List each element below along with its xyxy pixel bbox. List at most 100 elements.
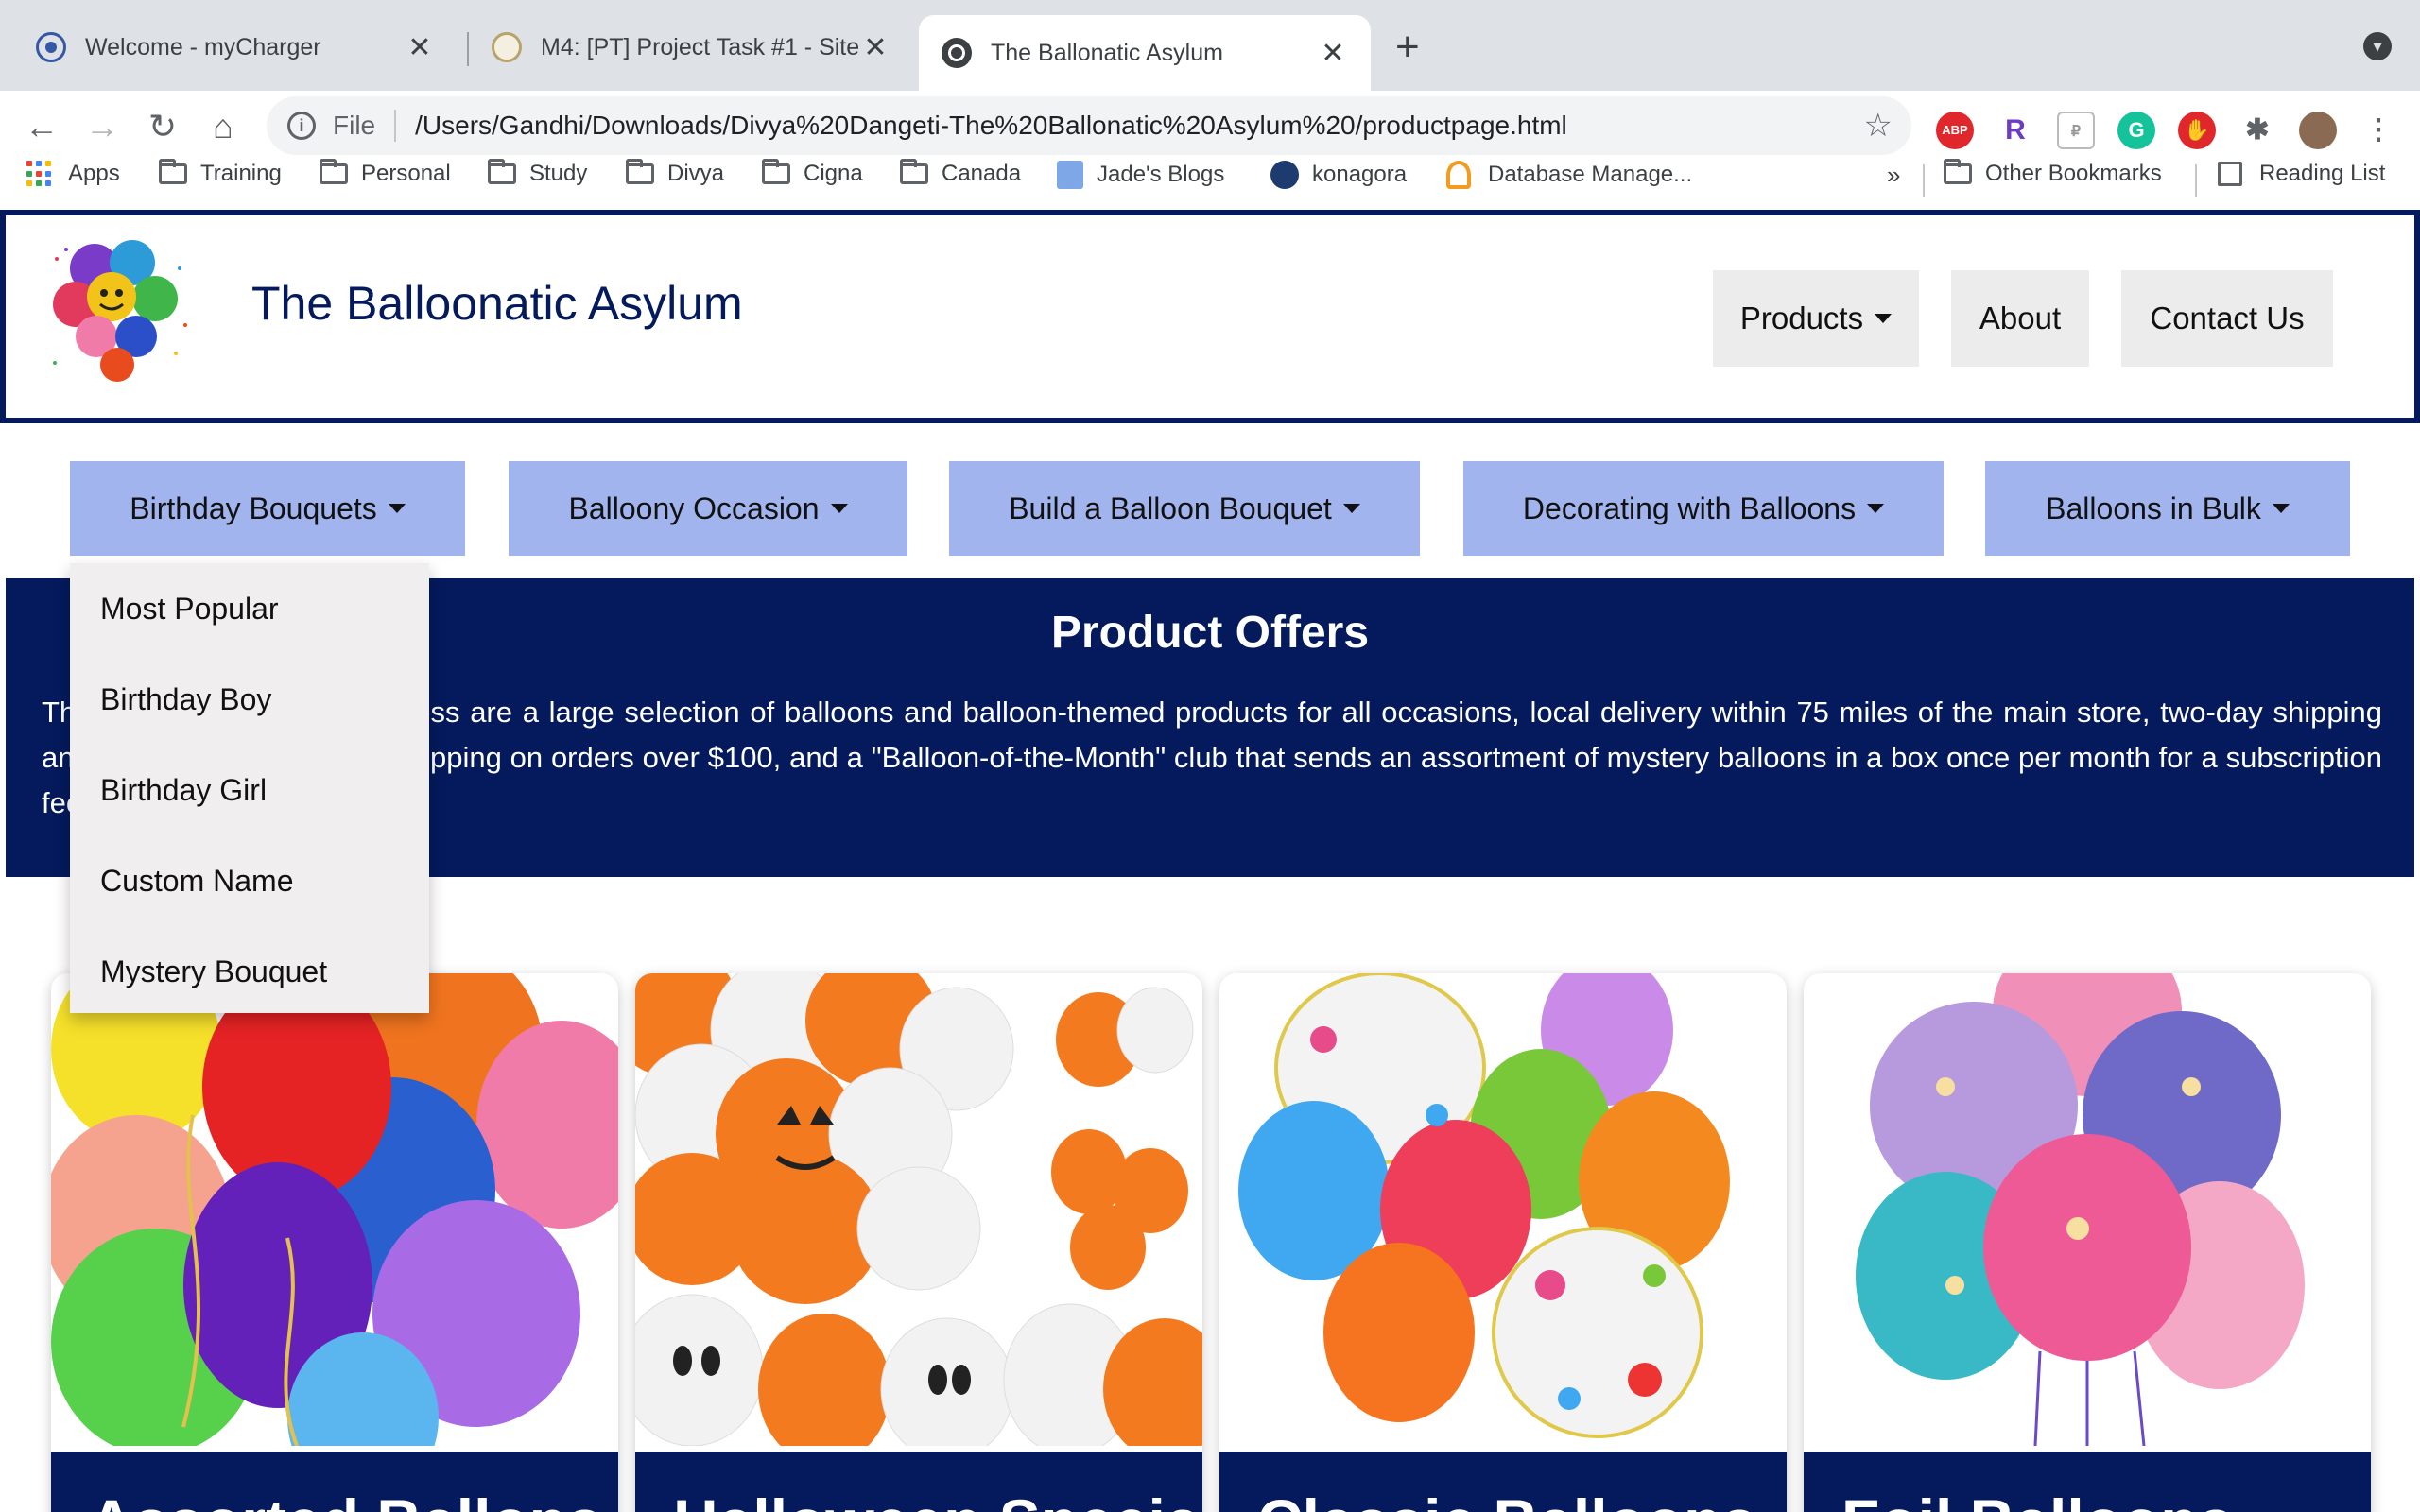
category-label: Birthday Bouquets — [130, 490, 377, 525]
card-title: Foil Balloons — [1804, 1452, 2371, 1512]
caret-down-icon — [388, 504, 406, 513]
adblock-plus-icon[interactable]: ABP — [1936, 112, 1974, 149]
page-viewport: The Balloonatic Asylum Products About Co… — [0, 208, 2420, 1512]
category-balloony-occasion[interactable]: Balloony Occasion — [509, 461, 908, 556]
product-card-assorted[interactable]: Assorted Ballons — [51, 973, 618, 1512]
more-menu-icon[interactable]: ⋮ — [2360, 112, 2397, 149]
grammarly-icon[interactable]: G — [2118, 112, 2155, 149]
tab-project-task[interactable]: M4: [PT] Project Task #1 - Site ✕ — [469, 15, 913, 79]
nav-label: Contact Us — [2150, 301, 2305, 335]
bookmark-apps[interactable]: Apps — [26, 161, 120, 187]
category-label: Decorating with Balloons — [1522, 490, 1857, 525]
bookmarks-bar: Apps Training Personal Study Divya Cigna… — [0, 153, 2420, 202]
tab-title: The Ballonatic Asylum — [991, 39, 1223, 66]
home-icon[interactable]: ⌂ — [200, 104, 246, 149]
bookmark-star-icon[interactable]: ☆ — [1864, 107, 1893, 145]
reading-list[interactable]: Reading List — [2218, 161, 2385, 187]
bookmark-label: Jade's Blogs — [1097, 162, 1225, 187]
bookmark-label: Database Manage... — [1488, 162, 1693, 187]
folder-icon — [762, 159, 790, 184]
category-build-a-balloon-bouquet[interactable]: Build a Balloon Bouquet — [949, 461, 1420, 556]
bookmark-database-manager[interactable]: Database Manage... — [1446, 161, 1692, 189]
bookmark-other-bookmarks[interactable]: Other Bookmarks — [1944, 159, 2162, 187]
folder-icon — [626, 159, 654, 184]
database-favicon-icon — [1446, 161, 1471, 189]
caret-down-icon — [1867, 504, 1885, 513]
bookmark-study[interactable]: Study — [488, 159, 587, 187]
nav-label: About — [1979, 301, 2062, 335]
apps-grid-icon — [26, 161, 53, 187]
konagora-favicon-icon — [1270, 161, 1299, 189]
classic-balloons-image — [1219, 973, 1787, 1446]
site-title: The Balloonatic Asylum — [251, 277, 743, 330]
bookmarks-divider — [1923, 164, 1925, 197]
globe-icon — [942, 38, 972, 68]
nav-contact-us-button[interactable]: Contact Us — [2121, 270, 2333, 367]
bookmark-cigna[interactable]: Cigna — [762, 159, 863, 187]
browser-tab-strip: Welcome - myCharger ✕ M4: [PT] Project T… — [0, 0, 2420, 91]
folder-icon — [488, 159, 516, 184]
bookmark-personal[interactable]: Personal — [320, 159, 451, 187]
folder-icon — [900, 159, 928, 184]
tab-search-chevron-icon[interactable]: ▾ — [2363, 32, 2392, 60]
bookmark-divya[interactable]: Divya — [626, 159, 725, 187]
category-nav: Birthday Bouquets Balloony Occasion Buil… — [0, 435, 2420, 563]
product-card-halloween[interactable]: Halloween Special — [635, 973, 1202, 1512]
reload-icon[interactable]: ↻ — [140, 104, 185, 149]
dropdown-item-birthday-girl[interactable]: Birthday Girl — [70, 745, 429, 835]
card-title: Assorted Ballons — [51, 1452, 618, 1512]
back-arrow-icon[interactable]: ← — [19, 104, 64, 149]
forward-arrow-icon[interactable]: → — [79, 104, 125, 149]
mycharger-favicon-icon — [36, 32, 66, 62]
nav-products-button[interactable]: Products — [1713, 270, 1919, 367]
bookmark-label: Training — [200, 161, 282, 186]
category-label: Balloony Occasion — [568, 490, 820, 525]
dropdown-item-most-popular[interactable]: Most Popular — [70, 563, 429, 654]
bookmark-training[interactable]: Training — [159, 159, 282, 187]
category-balloons-in-bulk[interactable]: Balloons in Bulk — [1985, 461, 2350, 556]
tab-mycharger[interactable]: Welcome - myCharger ✕ — [13, 15, 458, 79]
profile-avatar[interactable] — [2299, 112, 2337, 149]
tab-title: Welcome - myCharger — [85, 33, 321, 60]
close-icon[interactable]: ✕ — [405, 31, 435, 64]
new-tab-plus-icon[interactable]: + — [1395, 26, 1420, 68]
birthday-bouquets-dropdown: Most Popular Birthday Boy Birthday Girl … — [70, 563, 429, 1013]
extension-icon[interactable]: ₽ — [2057, 112, 2095, 149]
category-birthday-bouquets[interactable]: Birthday Bouquets — [70, 461, 465, 556]
bookmark-jades-blogs[interactable]: Jade's Blogs — [1057, 161, 1224, 189]
bookmarks-overflow-chevron[interactable]: » — [1887, 161, 1900, 190]
dropdown-item-birthday-boy[interactable]: Birthday Boy — [70, 654, 429, 745]
product-card-classic[interactable]: Classic Balloons — [1219, 973, 1787, 1512]
balloon-bouquet-logo — [53, 240, 187, 382]
assorted-balloons-image — [51, 973, 618, 1446]
bookmark-label: Divya — [667, 161, 725, 186]
puzzle-extensions-icon[interactable]: ✱ — [2238, 112, 2276, 149]
folder-icon — [159, 159, 187, 184]
dropdown-item-custom-name[interactable]: Custom Name — [70, 835, 429, 926]
nav-about-button[interactable]: About — [1951, 270, 2089, 367]
bookmark-label: konagora — [1312, 162, 1408, 187]
address-url[interactable]: /Users/Gandhi/Downloads/Divya%20Dangeti-… — [415, 111, 1567, 141]
bookmarks-divider — [2195, 164, 2197, 197]
r-extension-icon[interactable]: R — [1996, 112, 2034, 149]
close-icon[interactable]: ✕ — [1318, 37, 1348, 70]
bookmark-label: Apps — [68, 161, 120, 186]
reading-list-icon — [2218, 162, 2242, 186]
hand-stop-icon[interactable]: ✋ — [2178, 112, 2216, 149]
category-label: Build a Balloon Bouquet — [1009, 490, 1332, 525]
bookmark-label: Other Bookmarks — [1985, 161, 2162, 186]
bookmark-konagora[interactable]: konagora — [1270, 161, 1407, 189]
close-icon[interactable]: ✕ — [860, 31, 890, 64]
halloween-balloons-image — [635, 973, 1202, 1446]
address-scheme: File — [333, 111, 376, 140]
category-decorating-with-balloons[interactable]: Decorating with Balloons — [1463, 461, 1944, 556]
dropdown-item-mystery-bouquet[interactable]: Mystery Bouquet — [70, 926, 429, 1017]
bookmark-canada[interactable]: Canada — [900, 159, 1021, 187]
address-bar[interactable]: i File /Users/Gandhi/Downloads/Divya%20D… — [267, 96, 1911, 155]
caret-down-icon — [1875, 314, 1893, 323]
tab-ballonatic-asylum[interactable]: The Ballonatic Asylum ✕ — [919, 15, 1371, 91]
site-info-icon[interactable]: i — [287, 112, 316, 140]
product-card-foil[interactable]: Foil Balloons — [1804, 973, 2371, 1512]
address-divider — [394, 110, 397, 142]
bookmark-label: Personal — [361, 161, 451, 186]
